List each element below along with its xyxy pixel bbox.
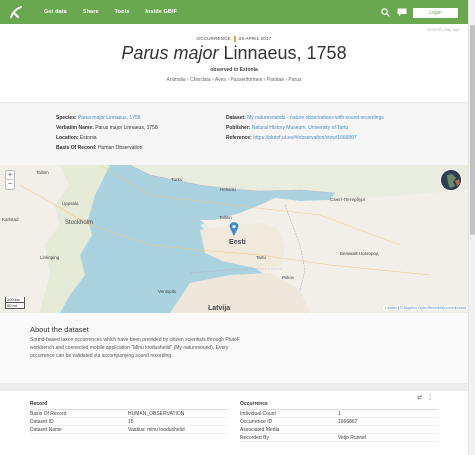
map-label-novgorod: Великий Новгород [340, 251, 379, 256]
map-label-helsinki: Helsinki [220, 187, 236, 192]
table-row: Recorded By Veljo Runnel [240, 434, 438, 442]
about-text: Sound-based taxon occurrences which have… [30, 337, 240, 359]
map-label-tartu: Tartu [256, 255, 267, 260]
table-row: Associated Media [240, 426, 438, 434]
summary-left-column: Species: Parus major Linnaeus, 1758 Verb… [56, 113, 158, 153]
dataset-label: Dataset: [226, 115, 246, 121]
species-author: Linnaeus, 1758 [223, 43, 347, 63]
map-label-latvija: Latvija [208, 305, 231, 312]
row-value: Vaatlus: minu loodushelid [128, 427, 185, 433]
scrollbar-thumb[interactable] [470, 25, 475, 235]
zoom-in-button[interactable]: + [6, 171, 14, 180]
table-row: Basis Of Record HUMAN_OBSERVATION [30, 410, 228, 418]
table-row: Dataset ID 15 [30, 418, 228, 426]
map-label-gavle: Tallinn [36, 170, 49, 175]
row-label: Individual Count [240, 411, 276, 417]
row-label: Recorded By [240, 435, 269, 441]
species-link[interactable]: Parus major Linnaeus, 1758 [78, 115, 141, 121]
row-value: 1666867 [338, 419, 358, 425]
row-label: Basis Of Record [30, 411, 67, 417]
nav-inside-gbif[interactable]: Inside GBIF [145, 9, 177, 15]
row-label: Dataset Name [30, 427, 62, 433]
page-scrollbar[interactable] [468, 0, 475, 455]
login-button[interactable]: Login [413, 8, 458, 18]
row-value: HUMAN_OBSERVATION [128, 411, 185, 417]
record-table: Record Basis Of Record HUMAN_OBSERVATION … [30, 399, 228, 434]
leaflet-link[interactable]: Leaflet [385, 306, 396, 310]
map-label-karlstad: Karlstad [2, 217, 19, 222]
nav-get-data[interactable]: Get data [44, 9, 67, 15]
map-attribution: Leaflet | © Mapbox OpenStreetMap contrib… [383, 306, 468, 310]
row-label: Occurrence ID [240, 419, 273, 425]
table-row: Individual Count 1 [240, 410, 438, 418]
occurrence-meta: OCCURRENCE 29 APRIL 2017 [0, 36, 468, 42]
row-value: Veljo Runnel [338, 435, 367, 441]
map-label-uppsala: Uppsala [62, 201, 79, 206]
occurrence-type: OCCURRENCE [196, 36, 231, 42]
nav-share[interactable]: Share [83, 9, 99, 15]
page-title: Parus major Linnaeus, 1758 [0, 43, 468, 64]
search-icon[interactable] [381, 8, 390, 17]
map-label-pskov: Pskov [282, 275, 295, 280]
basis-label: Basis Of Record: [56, 145, 97, 151]
about-dataset-section: About the dataset Sound-based taxon occu… [0, 313, 468, 383]
reference-link[interactable]: https://plutof.ut.ee/#/observation/view/… [253, 135, 356, 141]
row-value: 15 [128, 419, 134, 425]
feedback-chat-icon[interactable] [397, 8, 407, 17]
dataset-link[interactable]: My naturesounds - nature observations wi… [247, 115, 384, 121]
time-ago: seventh day ago [426, 27, 460, 32]
meta-divider [233, 36, 236, 42]
observed-location: observed in Estonia [210, 67, 258, 73]
occurrence-table: Occurrence Individual Count 1 Occurrence … [240, 399, 438, 442]
publisher-link[interactable]: Natural History Museum, University of Ta… [252, 125, 348, 131]
map-label-linkoping: Linköping [40, 255, 60, 260]
map-label-turku: Turku [171, 177, 183, 182]
verbatim-value: Parus major Linnaeus, 1758 [95, 125, 158, 131]
reference-label: Reference: [226, 135, 252, 141]
species-name: Parus major [121, 43, 219, 63]
occurrence-summary: Species: Parus major Linnaeus, 1758 Verb… [0, 102, 468, 165]
map-label-eesti: Eesti [229, 239, 246, 246]
map-layer-switch-button[interactable] [440, 169, 462, 191]
taxonomy-breadcrumb[interactable]: Animalia › Chordata › Aves › Passeriform… [0, 77, 468, 83]
occurrence-table-title: Occurrence [240, 399, 438, 410]
summary-right-column: Dataset: My naturesounds - nature observ… [226, 113, 384, 143]
occurrence-date: 29 APRIL 2017 [238, 36, 272, 42]
map-zoom-control: + − [5, 170, 15, 190]
about-heading: About the dataset [30, 325, 89, 334]
table-row: Dataset Name Vaatlus: minu loodushelid [30, 426, 228, 434]
zoom-out-button[interactable]: − [6, 180, 14, 189]
occurrence-map[interactable]: Tallinn Turku Helsinki Uppsala Tallinn S… [0, 165, 468, 313]
row-label: Associated Media [240, 427, 280, 433]
attribution-links[interactable]: © Mapbox OpenStreetMap contributors [400, 306, 466, 310]
location-value: Estonia [79, 135, 97, 141]
row-value: 1 [338, 411, 341, 417]
map-label-st-petersburg: Санкт-Петербург [330, 197, 366, 202]
basis-value: Human Observation [97, 145, 143, 151]
nav-tools[interactable]: Tools [115, 9, 130, 15]
top-navigation-bar: Get data Share Tools Inside GBIF Login [0, 0, 468, 24]
species-label: Species: [56, 115, 77, 121]
record-table-title: Record [30, 399, 228, 410]
map-label-stockholm: Stockholm [65, 220, 94, 226]
map-label-ventspils: Ventspils [158, 289, 177, 294]
section-divider [0, 383, 468, 391]
map-label-tallinn: Tallinn [219, 215, 232, 220]
publisher-label: Publisher: [226, 125, 251, 131]
gbif-logo-icon[interactable] [9, 6, 23, 18]
occurrence-header: seventh day ago OCCURRENCE 29 APRIL 2017 … [0, 24, 468, 102]
table-row: Occurrence ID 1666867 [240, 418, 438, 426]
row-label: Dataset ID [30, 419, 54, 425]
verbatim-label: Verbatim Name: [56, 125, 94, 131]
location-label: Location: [56, 135, 79, 141]
location-marker-icon[interactable] [229, 222, 239, 236]
scale-mi: 50 mi [5, 303, 25, 309]
map-scale: 100 km 50 mi [5, 297, 25, 309]
main-nav: Get data Share Tools Inside GBIF [44, 0, 177, 24]
